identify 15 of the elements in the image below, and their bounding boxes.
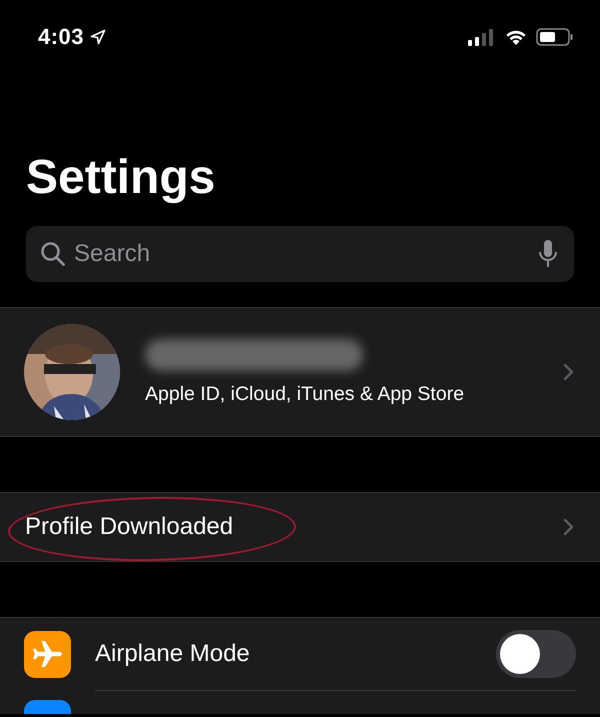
setting-label: Airplane Mode xyxy=(95,640,251,668)
chevron-icon xyxy=(563,363,574,381)
chevron-icon xyxy=(563,518,574,536)
account-row[interactable]: Apple ID, iCloud, iTunes & App Store xyxy=(0,308,600,436)
search-field[interactable]: Search xyxy=(26,226,574,282)
clock-time: 4:03 xyxy=(38,24,84,50)
toggle-switch[interactable] xyxy=(496,630,576,678)
search-icon xyxy=(40,241,66,267)
signal-icon xyxy=(468,28,496,46)
account-subtitle: Apple ID, iCloud, iTunes & App Store xyxy=(145,382,466,406)
microphone-icon[interactable] xyxy=(538,239,558,269)
page-title: Settings xyxy=(26,150,216,206)
profile-downloaded-row[interactable]: Profile Downloaded xyxy=(0,493,600,561)
wifi-icon xyxy=(504,28,528,46)
battery-icon xyxy=(536,28,574,46)
